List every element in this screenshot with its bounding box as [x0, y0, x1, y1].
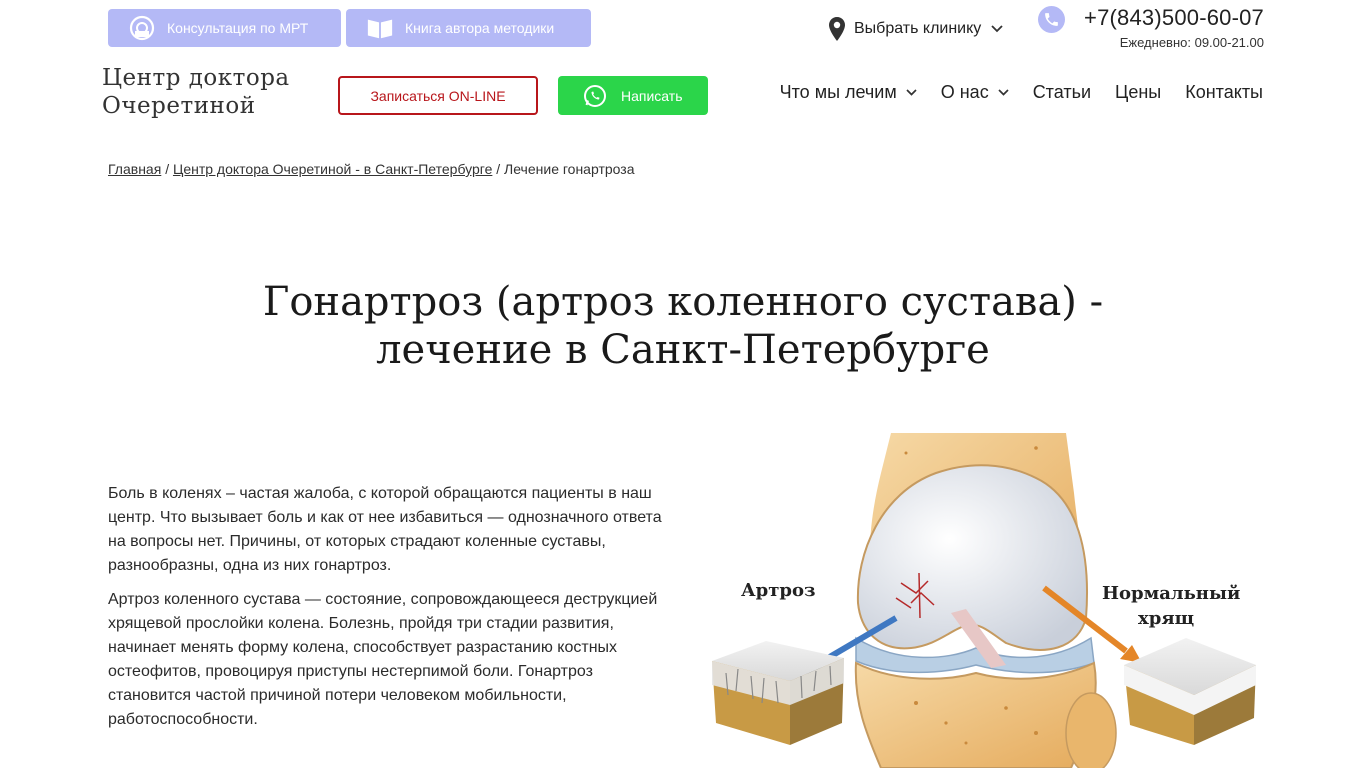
nav-contacts[interactable]: Контакты: [1185, 82, 1263, 103]
mri-icon: [128, 14, 156, 42]
author-book-button[interactable]: Книга автора методики: [346, 9, 591, 47]
intro-paragraph-1: Боль в коленях – частая жалоба, с которо…: [108, 485, 662, 574]
page-title: Гонартроз (артроз коленного сустава) - л…: [183, 278, 1183, 374]
label-normal-cartilage-2: хрящ: [1138, 608, 1194, 629]
phone-icon: [1038, 6, 1065, 33]
breadcrumb-separator: /: [496, 161, 501, 177]
breadcrumb: Главная / Центр доктора Очеретиной - в С…: [108, 161, 634, 177]
page-title-line-1: Гонартроз (артроз коленного сустава) -: [262, 279, 1104, 325]
chevron-down-icon: [991, 25, 1003, 33]
breadcrumb-section[interactable]: Центр доктора Очеретиной - в Санкт-Петер…: [173, 161, 492, 177]
logo-line-1: Центр доктора: [102, 65, 290, 91]
working-hours: Ежедневно: 09.00-21.00: [1119, 35, 1264, 50]
nav-prices[interactable]: Цены: [1115, 82, 1161, 103]
mri-consultation-label: Консультация по МРТ: [167, 20, 309, 36]
knee-arthrosis-illustration: Артроз Нормальный хрящ: [712, 433, 1256, 768]
label-normal-cartilage-1: Нормальный: [1102, 583, 1240, 604]
phone-block: +7(843)500-60-07 Ежедневно: 09.00-21.00: [1038, 5, 1264, 50]
book-online-button[interactable]: Записаться ON-LINE: [338, 76, 538, 115]
whatsapp-icon: [584, 84, 606, 107]
author-book-label: Книга автора методики: [405, 20, 555, 36]
chevron-down-icon: [906, 89, 917, 96]
nav-what-we-treat[interactable]: Что мы лечим: [780, 82, 917, 103]
nav-about-label: О нас: [940, 82, 989, 102]
intro-paragraph-2: Артроз коленного сустава — состояние, со…: [108, 591, 658, 728]
breadcrumb-separator: /: [165, 161, 170, 177]
nav-about[interactable]: О нас: [941, 82, 1009, 103]
breadcrumb-home[interactable]: Главная: [108, 161, 161, 177]
nav-articles[interactable]: Статьи: [1033, 82, 1091, 103]
intro-text: Боль в коленях – частая жалоба, с которо…: [108, 482, 668, 742]
logo-line-2: Очеретиной: [102, 93, 256, 119]
whatsapp-write-button[interactable]: Написать: [558, 76, 708, 115]
phone-number[interactable]: +7(843)500-60-07: [1038, 5, 1264, 31]
main-nav: Что мы лечим О нас Статьи Цены Контакты: [756, 82, 1263, 103]
whatsapp-write-label: Написать: [621, 87, 683, 104]
breadcrumb-current: Лечение гонартроза: [504, 161, 635, 177]
mri-consultation-button[interactable]: Консультация по МРТ: [108, 9, 341, 47]
nav-what-we-treat-label: Что мы лечим: [779, 82, 897, 102]
book-icon: [366, 14, 394, 42]
chevron-down-icon: [998, 89, 1009, 96]
clinic-select-label: Выбрать клинику: [854, 20, 982, 37]
label-arthrosis: Артроз: [741, 580, 815, 601]
page-title-line-2: лечение в Санкт-Петербурге: [376, 327, 990, 373]
location-pin-icon: [829, 17, 845, 41]
clinic-select[interactable]: Выбрать клинику: [828, 16, 1003, 42]
site-logo[interactable]: Центр доктора Очеретиной: [102, 64, 290, 120]
